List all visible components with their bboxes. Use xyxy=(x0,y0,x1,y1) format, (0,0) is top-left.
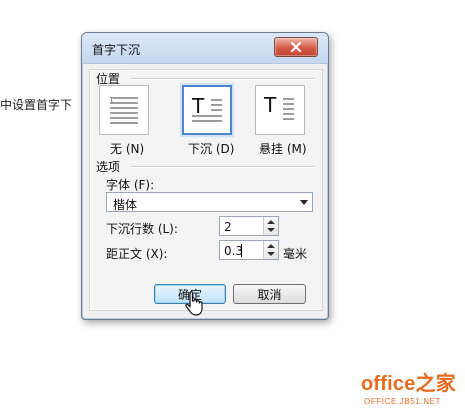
close-icon xyxy=(290,41,302,53)
spin-up-icon[interactable] xyxy=(267,244,275,248)
watermark-main-text: office之家 xyxy=(361,373,456,395)
drop-lines-stepper[interactable]: 2 xyxy=(219,216,279,236)
drop-cap-dialog: 首字下沉 位置 T 无 (N) T 下沉 (D) T 悬挂 (M) 选项 字体 … xyxy=(81,32,329,320)
spin-down-icon[interactable] xyxy=(267,252,275,256)
position-option-none[interactable]: T xyxy=(99,85,149,135)
font-select-value: 楷体 xyxy=(113,198,138,212)
font-label: 字体 (F): xyxy=(106,178,155,192)
drop-lines-value: 2 xyxy=(224,220,232,234)
mouse-pointer-icon xyxy=(183,289,205,317)
distance-stepper-buttons[interactable] xyxy=(263,241,278,259)
drop-lines-stepper-buttons[interactable] xyxy=(263,217,278,235)
distance-label: 距正文 (X): xyxy=(106,247,168,261)
dialog-titlebar[interactable]: 首字下沉 xyxy=(82,33,328,64)
watermark-sub-text: OFFICE.JB51.NET xyxy=(364,397,442,406)
position-option-none-label: 无 (N) xyxy=(110,142,145,156)
font-select[interactable]: 楷体 xyxy=(106,192,313,212)
dialog-client-area: 位置 T 无 (N) T 下沉 (D) T 悬挂 (M) 选项 字体 (F): … xyxy=(89,69,323,311)
position-option-dropped-label: 下沉 (D) xyxy=(188,142,235,156)
position-option-hanging[interactable]: T xyxy=(255,85,305,135)
spin-down-icon[interactable] xyxy=(267,228,275,232)
text-caret xyxy=(241,244,242,257)
svg-text:T: T xyxy=(263,93,277,117)
drop-lines-label: 下沉行数 (L): xyxy=(106,222,178,236)
position-group-divider xyxy=(130,78,314,80)
distance-unit: 毫米 xyxy=(283,247,308,261)
position-option-hanging-label: 悬挂 (M) xyxy=(259,142,307,156)
options-group-label: 选项 xyxy=(96,158,127,175)
distance-stepper[interactable]: 0.3 xyxy=(219,240,279,260)
svg-text:T: T xyxy=(191,94,205,118)
watermark-logo: office之家 OFFICE.JB51.NET xyxy=(361,373,463,413)
cancel-button[interactable]: 取消 xyxy=(233,284,306,304)
position-option-dropped[interactable]: T xyxy=(182,85,232,135)
options-group-divider xyxy=(130,166,314,168)
close-button[interactable] xyxy=(274,37,318,57)
background-text: 中设置首字下 xyxy=(0,98,73,112)
spin-up-icon[interactable] xyxy=(267,220,275,224)
dialog-title: 首字下沉 xyxy=(92,43,141,57)
chevron-down-icon xyxy=(300,200,308,205)
